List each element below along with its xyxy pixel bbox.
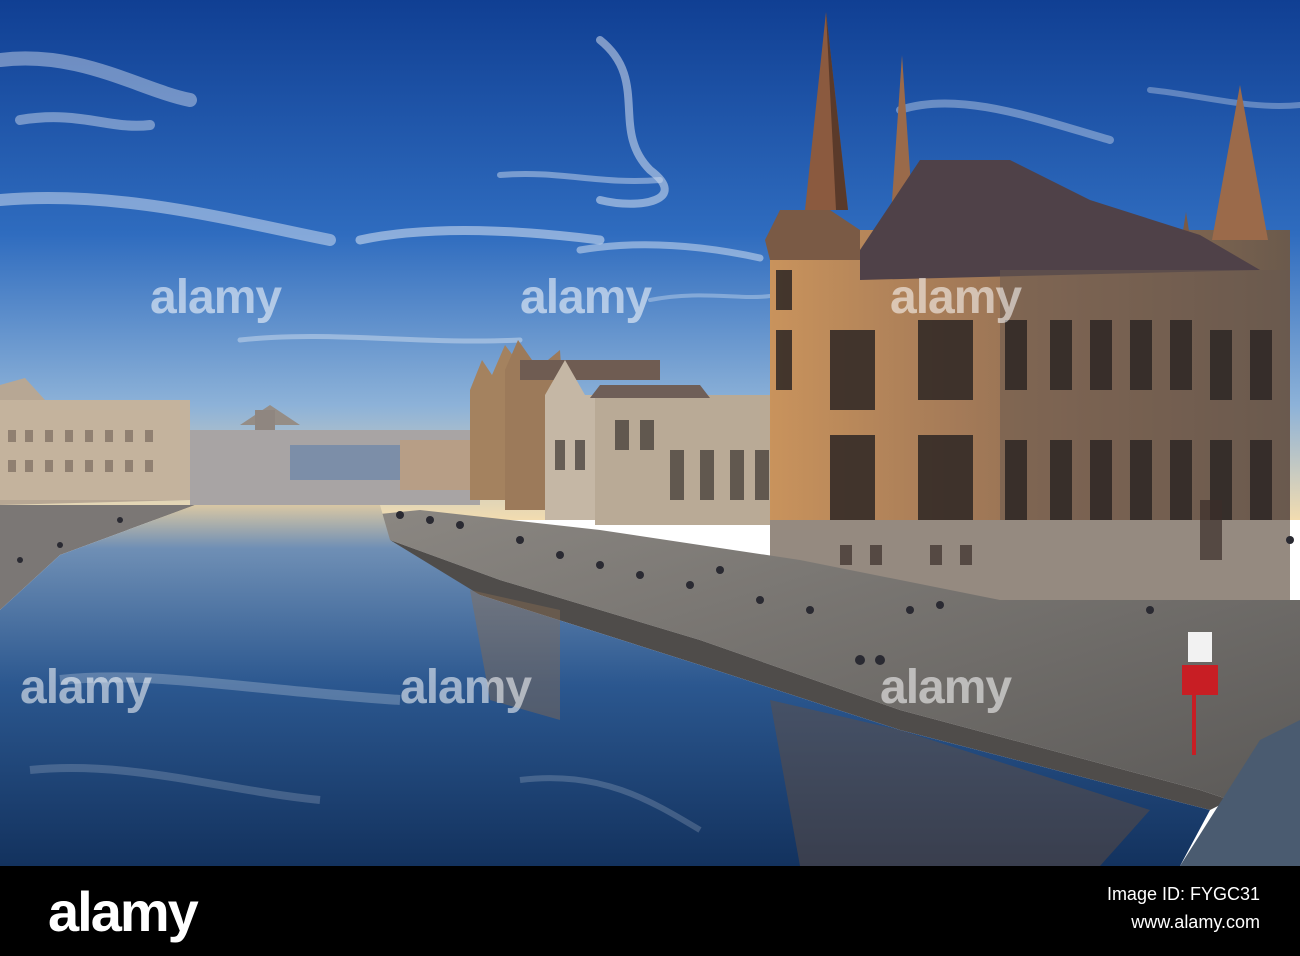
photo: alamy alamy alamy alamy alamy alamy [0, 0, 1300, 866]
canal-scene [0, 0, 1300, 866]
white-sign [1188, 632, 1212, 662]
site-url[interactable]: www.alamy.com [1131, 912, 1260, 933]
red-post [1192, 695, 1196, 755]
footer-logo[interactable]: alamy [48, 884, 199, 940]
footer-bar: alamy Image ID: FYGC31 www.alamy.com [0, 866, 1300, 956]
red-sign [1182, 665, 1218, 695]
image-id-label: Image ID: FYGC31 [1106, 884, 1260, 904]
